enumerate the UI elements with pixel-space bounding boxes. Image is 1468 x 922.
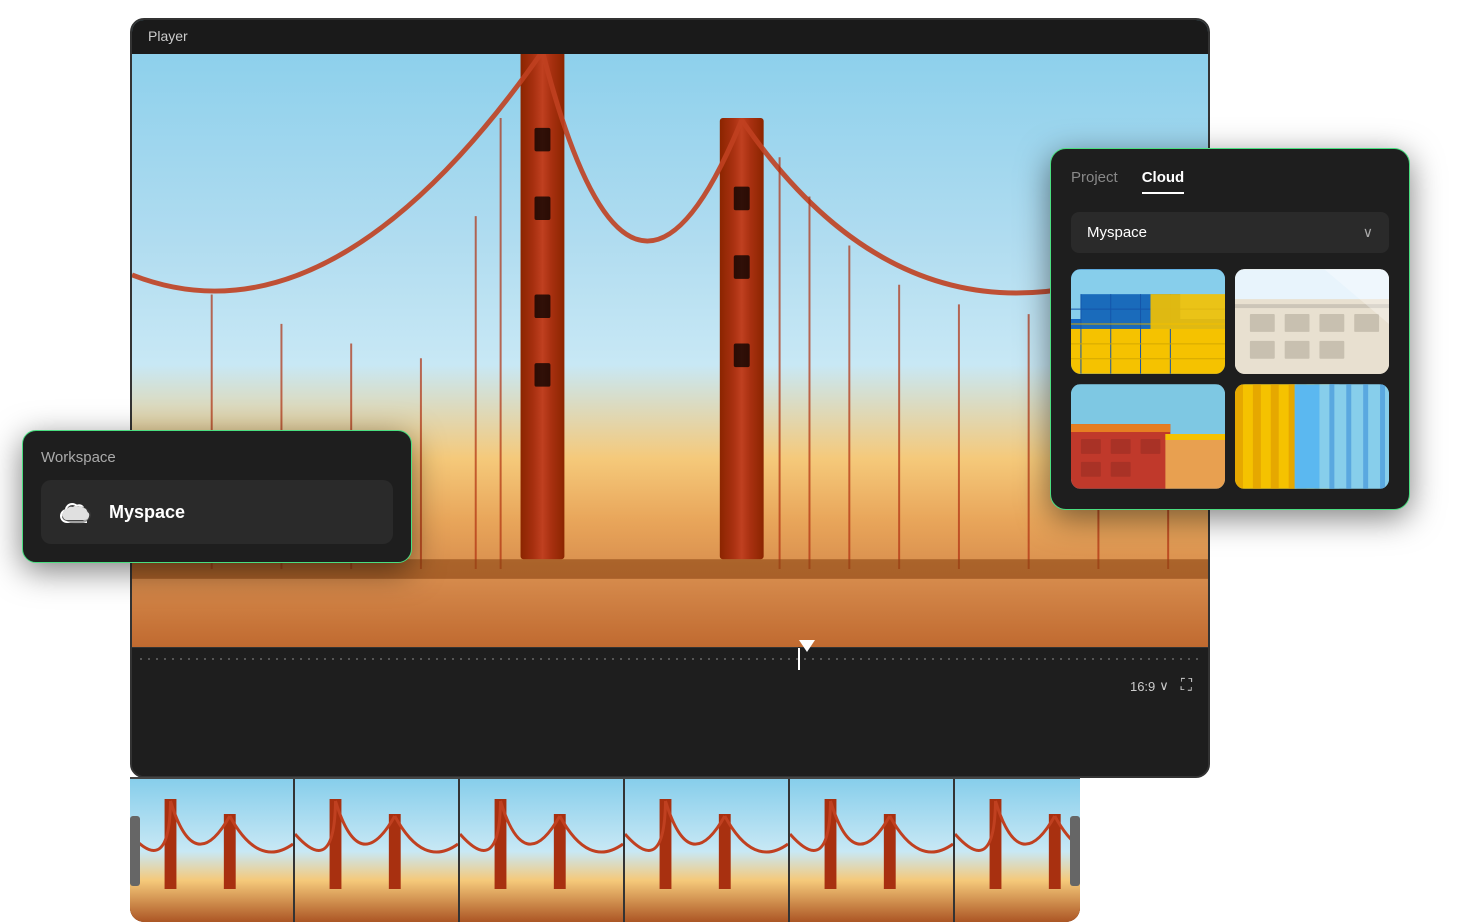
workspace-myspace-label: Myspace: [109, 502, 185, 523]
filmstrip-frame-inner-6: [955, 779, 1080, 922]
filmstrip: [130, 777, 1080, 922]
workspace-popup: Workspace Myspace: [22, 430, 412, 563]
filmstrip-frame-inner-1: [130, 779, 293, 922]
aspect-ratio-label: 16:9: [1130, 679, 1155, 694]
workspace-popup-title: Workspace: [41, 449, 393, 466]
player-title-bar: Player: [132, 20, 1208, 54]
tab-cloud[interactable]: Cloud: [1142, 169, 1185, 194]
cloud-dropdown[interactable]: Myspace ∨: [1071, 212, 1389, 253]
filmstrip-frame-inner-3: [460, 779, 623, 922]
cloud-thumb-4[interactable]: [1235, 384, 1389, 489]
timeline-playhead[interactable]: [799, 640, 815, 652]
player-title: Player: [148, 28, 188, 44]
chevron-down-icon: ∨: [1363, 224, 1373, 241]
filmstrip-frame-3: [460, 779, 625, 922]
timeline-dots: [140, 658, 1200, 660]
workspace-myspace-item[interactable]: Myspace: [41, 480, 393, 544]
fullscreen-icon: ⛶: [1181, 677, 1192, 694]
timeline-playhead-line: [798, 648, 800, 670]
filmstrip-frame-2: [295, 779, 460, 922]
filmstrip-frame-inner-2: [295, 779, 458, 922]
cloud-panel-tabs: Project Cloud: [1071, 169, 1389, 194]
filmstrip-frame-inner-4: [625, 779, 788, 922]
filmstrip-handle-left[interactable]: [130, 816, 140, 886]
cloud-thumb-1[interactable]: [1071, 269, 1225, 374]
filmstrip-frame-inner-5: [790, 779, 953, 922]
cloud-panel: Project Cloud Myspace ∨: [1050, 148, 1410, 510]
filmstrip-frame-4: [625, 779, 790, 922]
cloud-dropdown-label: Myspace: [1087, 224, 1147, 241]
filmstrip-frame-5: [790, 779, 955, 922]
aspect-ratio-chevron: ∨: [1159, 678, 1169, 694]
timeline-area: 16:9 ∨ ⛶: [132, 647, 1208, 776]
fullscreen-button[interactable]: ⛶: [1181, 677, 1192, 695]
workspace-cloud-icon: [59, 494, 95, 530]
filmstrip-frame-6: [955, 779, 1080, 922]
timeline-track[interactable]: [132, 647, 1208, 669]
timeline-controls: 16:9 ∨ ⛶: [132, 669, 1208, 703]
filmstrip-frame-1: [130, 779, 295, 922]
tab-project[interactable]: Project: [1071, 169, 1118, 194]
cloud-thumb-2[interactable]: [1235, 269, 1389, 374]
player-window: Player: [130, 18, 1210, 778]
aspect-ratio-button[interactable]: 16:9 ∨: [1130, 678, 1169, 694]
filmstrip-handle-right[interactable]: [1070, 816, 1080, 886]
cloud-thumbnails-grid: [1071, 269, 1389, 489]
cloud-thumb-3[interactable]: [1071, 384, 1225, 489]
